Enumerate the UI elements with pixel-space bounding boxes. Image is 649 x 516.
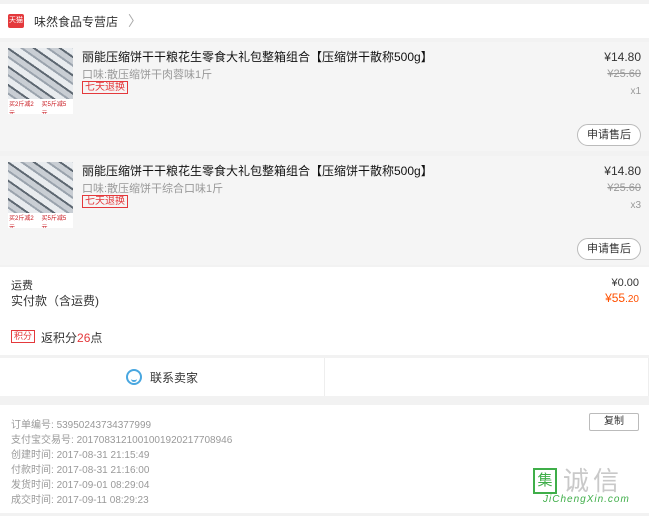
item-quantity: x3 <box>630 200 641 211</box>
info-label: 订单编号: <box>11 420 54 431</box>
item-original-price: ¥25.60 <box>607 182 641 194</box>
product-thumbnail[interactable]: 买2斤减2元 买5斤减5元 <box>8 162 73 228</box>
promo-tag: 买5斤减5元 <box>40 99 73 114</box>
info-label: 创建时间: <box>11 450 54 461</box>
promo-strip: 买2斤减2元 买5斤减5元 <box>8 213 73 228</box>
product-spec: 口味:散压缩饼干综合口味1斤 <box>82 183 224 195</box>
watermark-url: JiChengXin.com <box>543 494 630 505</box>
order-number-row: 订单编号: 53950243734377999 <box>11 416 151 431</box>
order-item[interactable]: 买2斤减2元 买5斤减5元 丽能压缩饼干干粮花生零食大礼包整箱组合【压缩饼干散称… <box>0 42 649 151</box>
payment-summary: 运费 ¥0.00 实付款（含运费) ¥55.20 积分 返积分26点 <box>0 267 649 355</box>
paid-time-row: 付款时间: 2017-08-31 21:16:00 <box>11 461 149 476</box>
promo-tag: 买5斤减5元 <box>40 213 73 228</box>
promo-tag: 买2斤减2元 <box>8 99 41 114</box>
points-value: 26 <box>77 331 91 345</box>
shipped-time-row: 发货时间: 2017-09-01 08:29:04 <box>11 476 149 491</box>
alipay-number-row: 支付宝交易号: 2017083121001001920217708946 <box>11 431 232 446</box>
paid-amount: ¥55.20 <box>605 291 639 305</box>
after-sale-button[interactable]: 申请售后 <box>577 124 641 146</box>
shipping-value: ¥0.00 <box>611 277 639 289</box>
paid-label: 实付款（含运费) <box>11 294 99 308</box>
item-price: ¥14.80 <box>604 50 641 64</box>
info-value: 2017083121001001920217708946 <box>76 435 233 446</box>
contact-bar-empty-slot <box>325 358 649 396</box>
info-label: 成交时间: <box>11 495 54 506</box>
completed-time-row: 成交时间: 2017-09-11 08:29:23 <box>11 491 149 506</box>
points-prefix: 返积分 <box>41 331 78 345</box>
item-original-price: ¥25.60 <box>607 68 641 80</box>
customer-service-icon <box>125 369 142 385</box>
promo-strip: 买2斤减2元 买5斤减5元 <box>8 99 73 114</box>
info-value: 2017-08-31 21:15:49 <box>56 450 150 461</box>
contact-seller-button[interactable]: 联系卖家 <box>0 358 325 396</box>
info-label: 付款时间: <box>11 465 54 476</box>
product-spec: 口味:散压缩饼干肉蓉味1斤 <box>82 69 213 81</box>
points-badge: 积分 <box>11 330 36 343</box>
product-thumbnail[interactable]: 买2斤减2元 买5斤减5元 <box>8 48 73 114</box>
store-name[interactable]: 味然食品专营店 <box>34 13 118 30</box>
tmall-logo-icon: 天猫 <box>8 14 24 28</box>
shipping-label: 运费 <box>11 280 33 292</box>
info-value: 2017-09-01 08:29:04 <box>56 480 150 491</box>
item-price: ¥14.80 <box>604 164 641 178</box>
copy-button[interactable]: 复制 <box>589 413 639 431</box>
created-time-row: 创建时间: 2017-08-31 21:15:49 <box>11 446 149 461</box>
item-quantity: x1 <box>630 86 641 97</box>
points-suffix: 点 <box>90 331 103 345</box>
watermark-logo: 集 诚信 JiChengXin.com <box>533 468 647 514</box>
product-title[interactable]: 丽能压缩饼干干粮花生零食大礼包整箱组合【压缩饼干散称500g】 <box>82 48 522 65</box>
watermark-text: 诚信 <box>563 466 624 496</box>
product-image <box>8 162 73 216</box>
info-label: 发货时间: <box>11 480 54 491</box>
info-label: 支付宝交易号: <box>11 435 74 446</box>
order-item[interactable]: 买2斤减2元 买5斤减5元 丽能压缩饼干干粮花生零食大礼包整箱组合【压缩饼干散称… <box>0 156 649 265</box>
chevron-right-icon: 〉 <box>128 13 143 29</box>
watermark-box: 集 <box>533 468 557 494</box>
promo-tag: 买2斤减2元 <box>8 213 41 228</box>
points-text: 返积分26点 <box>41 329 102 346</box>
product-title[interactable]: 丽能压缩饼干干粮花生零食大礼包整箱组合【压缩饼干散称500g】 <box>82 162 522 179</box>
contact-bar: 联系卖家 <box>0 358 649 396</box>
return-policy-badge: 七天退换 <box>82 81 128 94</box>
return-policy-badge: 七天退换 <box>82 195 128 208</box>
after-sale-button[interactable]: 申请售后 <box>577 238 641 260</box>
store-header[interactable]: 天猫 味然食品专营店 〉 <box>0 4 649 38</box>
contact-seller-label: 联系卖家 <box>149 370 198 385</box>
info-value: 53950243734377999 <box>56 420 152 431</box>
paid-amount-int: ¥55 <box>605 291 626 305</box>
info-value: 2017-09-11 08:29:23 <box>56 495 149 506</box>
info-value: 2017-08-31 21:16:00 <box>56 465 150 476</box>
paid-amount-decimal: .20 <box>625 294 639 305</box>
product-image <box>8 48 73 102</box>
